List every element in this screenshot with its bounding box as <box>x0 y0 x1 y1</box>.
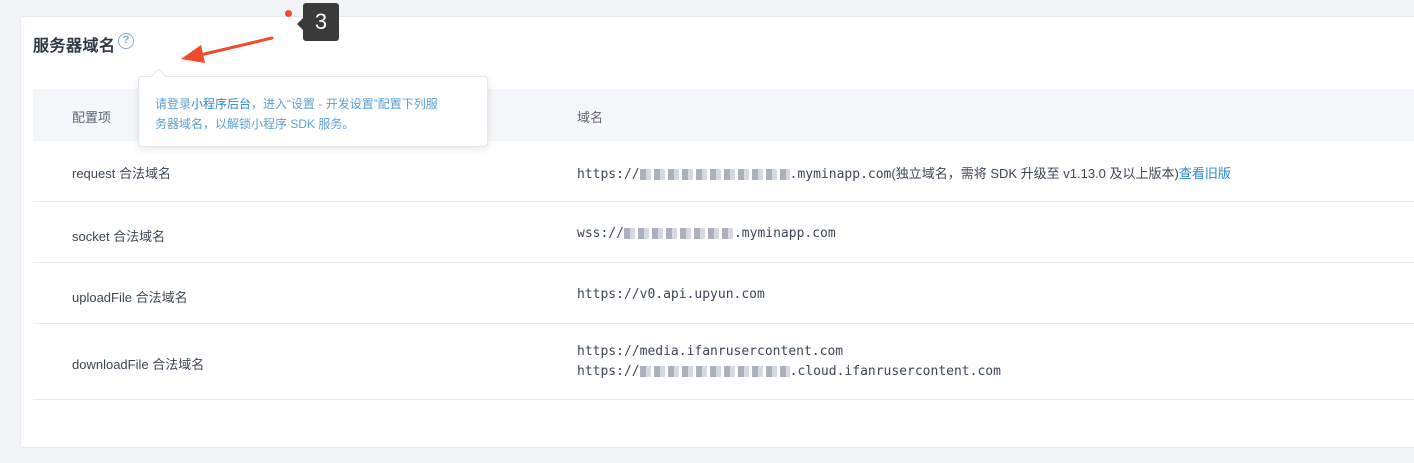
header-config: 配置项 <box>72 110 112 125</box>
domain-prefix: https:// <box>577 364 640 379</box>
redacted-mask <box>623 228 734 239</box>
row-label: uploadFile 合法域名 <box>72 290 188 305</box>
table-row-upload: uploadFile 合法域名 https://v0.api.upyun.com <box>33 263 1414 324</box>
tooltip-line1: ，进入“设置 - 开发设置”配置下列服 <box>251 97 438 111</box>
domain-suffix: .myminapp.com <box>733 226 836 241</box>
table-row-request: request 合法域名 https:// .myminapp.com(独立域名，… <box>33 141 1414 202</box>
tooltip-line2: 务器域名，以解锁小程序 SDK 服务。 <box>155 117 355 131</box>
table-row-download: downloadFile 合法域名 https://media.ifanruse… <box>33 324 1414 400</box>
row-label: request 合法域名 <box>72 166 171 181</box>
redacted-mask <box>639 366 790 377</box>
domain-prefix: wss:// <box>577 226 624 241</box>
domain-value-line2: https:// .cloud.ifanrusercontent.com <box>577 364 1001 379</box>
help-tooltip: 请登录小程序后台，进入“设置 - 开发设置”配置下列服 务器域名，以解锁小程序 … <box>138 76 488 147</box>
domain-suffix: .cloud.ifanrusercontent.com <box>789 364 1001 379</box>
annotation-dot <box>285 10 292 17</box>
domain-value-line1: https://media.ifanrusercontent.com <box>577 344 844 359</box>
mini-program-admin-link[interactable]: 小程序后台 <box>191 97 251 111</box>
row-label: downloadFile 合法域名 <box>72 357 205 372</box>
table-row-socket: socket 合法域名 wss:// .myminapp.com <box>33 202 1414 263</box>
header-domain: 域名 <box>577 110 604 125</box>
row-label: socket 合法域名 <box>72 229 166 244</box>
step-number-badge: 3 <box>297 3 339 41</box>
tooltip-prefix: 请登录 <box>155 97 192 111</box>
domain-value: https://v0.api.upyun.com <box>577 287 765 302</box>
sdk-version-note: (独立域名，需将 SDK 升级至 v1.13.0 及以上版本) <box>891 166 1179 181</box>
domain-prefix: https:// <box>577 167 640 182</box>
view-old-version-link[interactable]: 查看旧版 <box>1179 166 1231 181</box>
redacted-mask <box>639 169 790 180</box>
domain-suffix: .myminapp.com <box>789 167 892 182</box>
domain-value: https:// .myminapp.com(独立域名，需将 SDK 升级至 v1… <box>577 163 1231 182</box>
domain-value: wss:// .myminapp.com <box>577 226 836 241</box>
